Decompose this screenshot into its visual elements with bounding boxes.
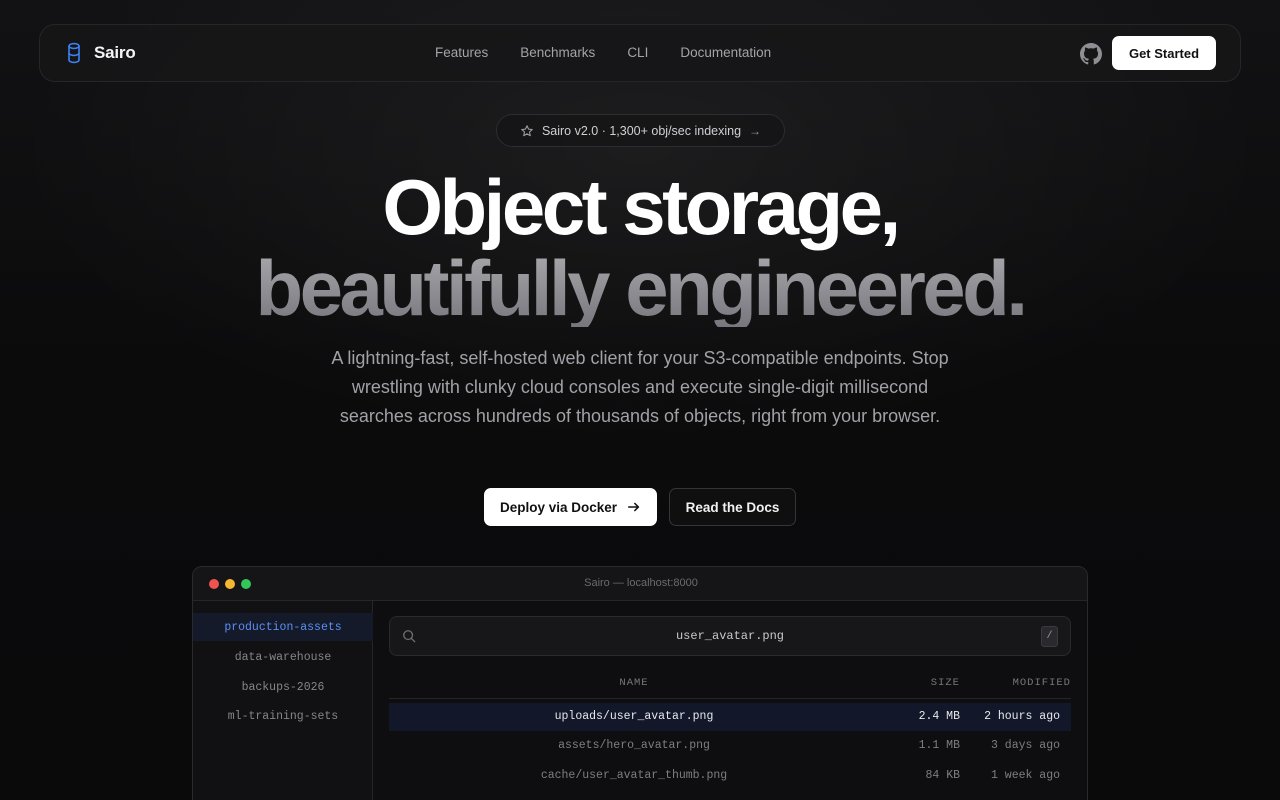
bucket-item-backups-2026[interactable]: backups-2026 xyxy=(193,673,373,701)
deploy-docker-label: Deploy via Docker xyxy=(499,499,618,515)
nav-link-benchmarks[interactable]: Benchmarks xyxy=(520,45,595,60)
top-navbar: Sairo Features Benchmarks CLI Documentat… xyxy=(39,24,1241,82)
hero-subtitle: A lightning-fast, self-hosted web client… xyxy=(331,348,949,426)
object-name: uploads/user_avatar.png xyxy=(554,710,714,723)
brand[interactable]: Sairo xyxy=(66,42,136,64)
window-titlebar: Sairo — localhost:8000 xyxy=(193,567,1087,601)
header-divider xyxy=(389,698,1071,699)
deploy-docker-button[interactable]: Deploy via Docker xyxy=(484,488,657,526)
object-size: 84 KB xyxy=(925,769,960,782)
object-name: assets/hero_avatar.png xyxy=(558,739,710,752)
hero-title-line2: beautifully engineered. xyxy=(0,249,1280,327)
nav-link-documentation[interactable]: Documentation xyxy=(680,45,771,60)
bucket-item-data-warehouse[interactable]: data-warehouse xyxy=(193,643,373,671)
version-badge[interactable]: Sairo v2.0 · 1,300+ obj/sec indexing → xyxy=(496,114,785,147)
arrow-right-icon xyxy=(627,502,640,512)
column-header-name[interactable]: NAME xyxy=(389,677,879,689)
github-icon[interactable] xyxy=(1080,43,1102,65)
window-title: Sairo — localhost:8000 xyxy=(584,577,698,589)
object-modified: 2 hours ago xyxy=(984,710,1060,723)
arrow-right-icon: → xyxy=(749,123,762,138)
object-modified: 1 week ago xyxy=(990,769,1060,782)
app-preview-window: Sairo — localhost:8000 production-assets… xyxy=(192,566,1088,800)
nav-link-features[interactable]: Features xyxy=(435,45,488,60)
table-row[interactable]: uploads/user_avatar.png 2.4 MB 2 hours a… xyxy=(389,703,1071,731)
badge-text: Sairo v2.0 · 1,300+ obj/sec indexing xyxy=(541,123,742,138)
column-header-size[interactable]: SIZE xyxy=(869,677,960,689)
table-row[interactable]: assets/hero_avatar.png 1.1 MB 3 days ago xyxy=(389,732,1071,760)
nav-links: Features Benchmarks CLI Documentation xyxy=(435,45,771,60)
search-shortcut-key: / xyxy=(1041,626,1058,647)
bucket-item-production-assets[interactable]: production-assets xyxy=(193,613,373,641)
object-search-input[interactable]: user_avatar.png / xyxy=(389,616,1071,656)
column-header-modified[interactable]: MODIFIED xyxy=(970,677,1071,689)
hero-title-line1: Object storage, xyxy=(382,163,901,251)
database-icon xyxy=(68,42,80,64)
get-started-button[interactable]: Get Started xyxy=(1112,36,1216,70)
read-docs-button[interactable]: Read the Docs xyxy=(669,488,796,526)
brand-name: Sairo xyxy=(94,43,136,62)
nav-link-cli[interactable]: CLI xyxy=(627,45,648,60)
object-name: cache/user_avatar_thumb.png xyxy=(540,769,728,782)
object-size: 1.1 MB xyxy=(918,739,960,752)
bucket-sidebar: production-assets data-warehouse backups… xyxy=(193,601,373,800)
table-row[interactable]: cache/user_avatar_thumb.png 84 KB 1 week… xyxy=(389,762,1071,790)
bucket-item-ml-training-sets[interactable]: ml-training-sets xyxy=(193,702,373,730)
object-modified: 3 days ago xyxy=(990,739,1060,752)
object-size: 2.4 MB xyxy=(918,710,960,723)
search-value: user_avatar.png xyxy=(675,629,785,643)
star-icon xyxy=(521,124,533,136)
